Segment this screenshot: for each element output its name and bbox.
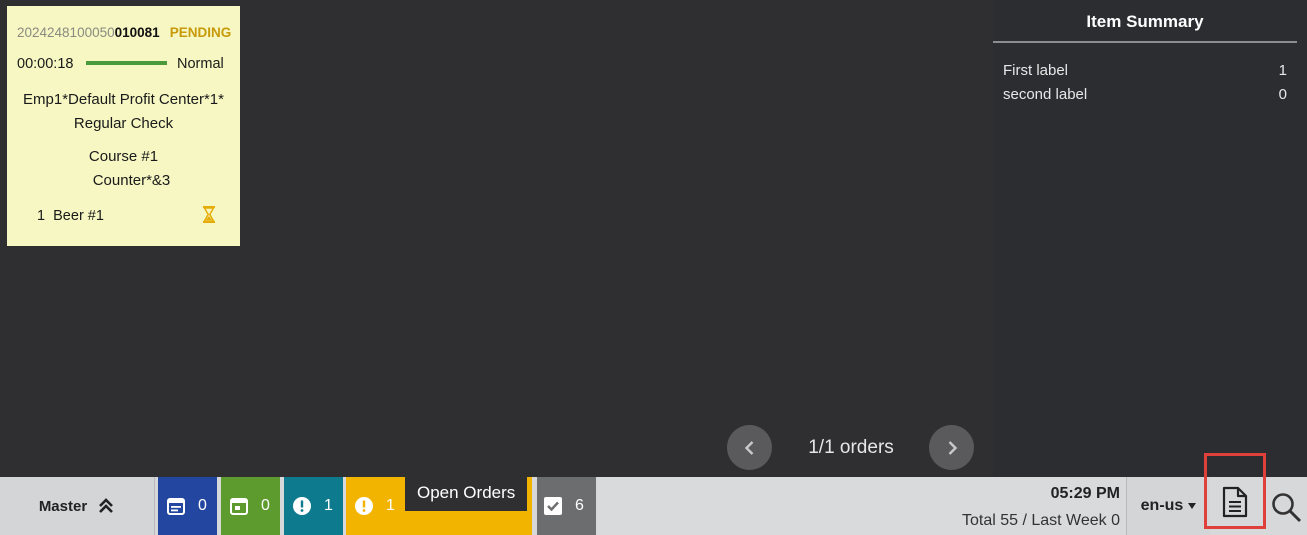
prev-page-button[interactable] bbox=[727, 425, 772, 470]
summary-row-count: 1 bbox=[1278, 62, 1287, 79]
double-chevron-up-icon bbox=[99, 498, 114, 513]
station-label: Counter*&3 bbox=[92, 172, 171, 189]
order-card[interactable]: 2024248100050010081 PENDING 00:00:18 Norm… bbox=[7, 6, 240, 246]
course-label: Course #1 bbox=[88, 148, 159, 165]
language-value: en-us bbox=[1140, 497, 1184, 514]
calendar-icon bbox=[229, 496, 249, 516]
footer-divider bbox=[154, 477, 155, 535]
order-id-suffix: 010081 bbox=[114, 25, 160, 40]
open-orders-tooltip: Open Orders bbox=[405, 474, 528, 511]
orders-area: 2024248100050010081 PENDING 00:00:18 Norm… bbox=[0, 0, 993, 477]
tile-count: 0 bbox=[198, 497, 207, 514]
footer-bar: Master 0 0 1 1 6 05:29 PM Total 55 / Las… bbox=[0, 477, 1307, 535]
language-select[interactable]: en-us bbox=[1127, 477, 1210, 535]
order-timer: 00:00:18 bbox=[17, 56, 74, 72]
item-qty: 1 bbox=[37, 208, 46, 224]
order-id-mid: 0 bbox=[107, 25, 115, 40]
tile-upcoming[interactable]: 0 bbox=[221, 477, 280, 535]
document-icon bbox=[1222, 486, 1248, 518]
caret-down-icon bbox=[1188, 503, 1197, 509]
clock-area: 05:29 PM Total 55 / Last Week 0 bbox=[598, 477, 1126, 535]
item-summary-panel: Item Summary First label 1 second label … bbox=[993, 0, 1307, 477]
order-priority: Normal bbox=[177, 56, 224, 72]
tile-count: 6 bbox=[575, 497, 584, 514]
tile-count: 1 bbox=[386, 497, 395, 514]
order-totals: Total 55 / Last Week 0 bbox=[961, 512, 1120, 529]
employee-line: Emp1*Default Profit Center*1* bbox=[23, 91, 224, 108]
chevron-right-icon bbox=[948, 440, 957, 455]
search-icon bbox=[1272, 493, 1302, 523]
clock: 05:29 PM bbox=[1050, 485, 1120, 502]
next-page-button[interactable] bbox=[929, 425, 974, 470]
summary-row-label: First label bbox=[1003, 62, 1069, 79]
summary-row-count: 0 bbox=[1278, 86, 1287, 103]
hourglass-icon bbox=[203, 206, 215, 223]
alert-circle-icon bbox=[292, 496, 312, 516]
summary-row: second label 0 bbox=[1003, 86, 1287, 103]
summary-row-label: second label bbox=[1003, 86, 1088, 103]
order-item[interactable]: 1 Beer #1 bbox=[37, 208, 104, 224]
tile-count: 0 bbox=[261, 497, 270, 514]
tile-alerts[interactable]: 1 bbox=[284, 477, 343, 535]
item-name: Beer #1 bbox=[53, 208, 104, 224]
summary-divider bbox=[993, 41, 1297, 43]
report-button[interactable] bbox=[1204, 453, 1266, 529]
search-button[interactable] bbox=[1268, 489, 1304, 525]
order-id: 2024248100050010081 PENDING bbox=[17, 25, 231, 40]
item-summary-title: Item Summary bbox=[1086, 12, 1204, 31]
master-button[interactable]: Master bbox=[0, 477, 154, 535]
order-status: PENDING bbox=[169, 25, 232, 40]
checkbox-icon bbox=[543, 496, 563, 516]
check-type: Regular Check bbox=[73, 115, 174, 132]
order-id-prefix: 202424810005 bbox=[17, 25, 108, 40]
alert-circle-icon bbox=[354, 496, 374, 516]
calendar-list-icon bbox=[166, 496, 186, 516]
summary-row: First label 1 bbox=[1003, 62, 1287, 79]
pager-label: 1/1 orders bbox=[808, 437, 894, 458]
chevron-left-icon bbox=[744, 440, 753, 455]
master-label: Master bbox=[38, 497, 88, 515]
tile-completed[interactable]: 6 bbox=[537, 477, 596, 535]
timer-progress-bar bbox=[86, 61, 167, 65]
tile-count: 1 bbox=[324, 497, 333, 514]
tile-scheduled[interactable]: 0 bbox=[158, 477, 217, 535]
